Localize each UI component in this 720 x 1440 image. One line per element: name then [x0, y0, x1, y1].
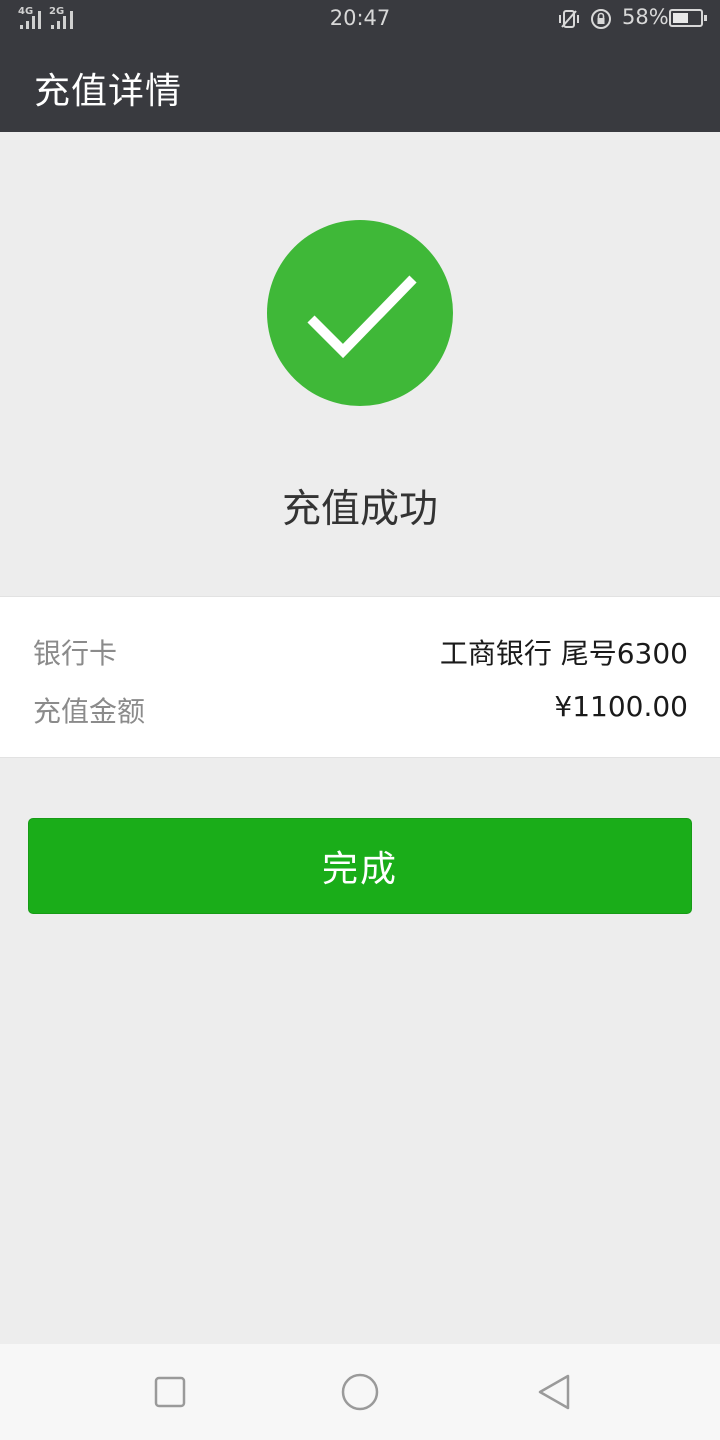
recharge-detail-screen: 4G 2G 20:47 58% 充值详情 充值成功 银行卡 工商银行 尾号630…	[0, 0, 720, 1440]
battery-percent: 58%	[622, 5, 669, 29]
detail-row-amount: 充值金额 ¥1100.00	[33, 690, 688, 730]
recharge-detail-card: 银行卡 工商银行 尾号6300 充值金额 ¥1100.00	[0, 596, 720, 758]
navigation-bar	[0, 1344, 720, 1440]
detail-row-bank-card: 银行卡 工商银行 尾号6300	[33, 632, 688, 672]
checkmark-circle-icon	[267, 220, 453, 406]
rotation-lock-icon	[591, 9, 611, 29]
amount-label: 充值金额	[33, 695, 146, 728]
done-button[interactable]: 完成	[28, 818, 692, 914]
recent-apps-icon[interactable]	[150, 1372, 190, 1412]
amount-value: ¥1100.00	[554, 690, 688, 723]
battery-icon	[669, 9, 707, 27]
vibrate-icon	[559, 10, 579, 28]
status-bar: 4G 2G 20:47 58%	[0, 0, 720, 38]
home-icon[interactable]	[340, 1372, 380, 1412]
success-message: 充值成功	[281, 487, 438, 532]
page-title: 充值详情	[34, 71, 183, 112]
title-bar: 4G 2G 20:47 58% 充值详情	[0, 0, 720, 132]
bank-card-label: 银行卡	[33, 637, 118, 670]
bank-card-value: 工商银行 尾号6300	[439, 637, 688, 670]
back-icon[interactable]	[534, 1372, 574, 1412]
